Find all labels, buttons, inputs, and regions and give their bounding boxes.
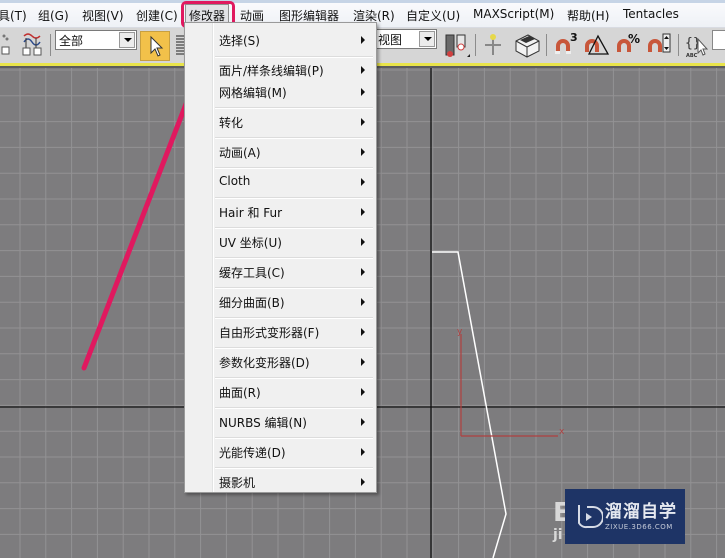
menu-item-label: Hair 和 Fur: [219, 206, 283, 220]
toolbar-separator: [546, 34, 547, 56]
watermark-title: 溜溜自学: [605, 502, 677, 522]
percent-label: %: [628, 32, 640, 46]
named-selection-field[interactable]: [712, 30, 725, 50]
menu-item-label: 选择(S): [219, 34, 260, 48]
menu-item-label: 自由形式变形器(F): [219, 326, 320, 340]
toolbar-separator: [475, 34, 476, 56]
submenu-arrow-icon: [361, 88, 365, 96]
select-and-link-icon[interactable]: [0, 30, 16, 60]
axis-x-label: x: [559, 427, 565, 437]
title-bar-edge: [0, 0, 725, 3]
submenu-arrow-icon: [361, 448, 365, 456]
submenu-arrow-icon: [361, 148, 365, 156]
cursor-arrow-icon: [150, 35, 164, 57]
menu-customize[interactable]: 自定义(U): [406, 7, 460, 24]
menu-item-surface[interactable]: 曲面(R): [185, 377, 376, 405]
reference-coord-dropdown[interactable]: 视图: [374, 29, 437, 49]
toolbar-separator: [678, 34, 679, 56]
menu-item-label: 网格编辑(M): [219, 86, 287, 100]
submenu-arrow-icon: [361, 298, 365, 306]
menu-item-radiosity[interactable]: 光能传递(D): [185, 437, 376, 465]
menu-item-label: 摄影机: [219, 476, 256, 490]
select-object-button[interactable]: [140, 31, 170, 61]
menu-create[interactable]: 创建(C): [136, 7, 178, 24]
menu-item-label: 细分曲面(B): [219, 296, 285, 310]
select-object-icon[interactable]: [20, 30, 46, 60]
submenu-arrow-icon: [361, 388, 365, 396]
chevron-down-icon[interactable]: [419, 31, 435, 47]
submenu-arrow-icon: [361, 66, 365, 74]
menu-item-parametric-deformers[interactable]: 参数化变形器(D): [185, 347, 376, 375]
use-pivot-center-icon[interactable]: [443, 31, 471, 61]
menu-tentacles[interactable]: Tentacles: [623, 7, 679, 21]
submenu-arrow-icon: [361, 36, 365, 44]
menu-item-mesh-edit[interactable]: 网格编辑(M): [185, 77, 376, 105]
menu-item-label: UV 坐标(U): [219, 236, 282, 250]
spinner-snap-icon[interactable]: [645, 30, 673, 60]
menu-item-label: 曲面(R): [219, 386, 261, 400]
submenu-arrow-icon: [361, 178, 365, 186]
percent-snap-icon[interactable]: %: [613, 30, 643, 60]
submenu-arrow-icon: [361, 418, 365, 426]
snaps-toggle-3-icon[interactable]: 3: [551, 30, 579, 60]
modifiers-dropdown-menu: 选择(S) 面片/样条线编辑(P) 网格编辑(M) 转化 动画(A) Cloth…: [184, 22, 377, 493]
menu-item-label: 参数化变形器(D): [219, 356, 310, 370]
snap-dimension-label: 3: [570, 31, 578, 44]
keyboard-shortcut-override-icon[interactable]: [512, 31, 542, 59]
angle-snap-icon[interactable]: [581, 30, 611, 60]
watermark-ghost-subtext: ji: [553, 527, 563, 543]
watermark-badge: 溜溜自学 ZIXUE.3D66.COM: [565, 489, 685, 544]
submenu-arrow-icon: [361, 478, 365, 486]
submenu-arrow-icon: [361, 328, 365, 336]
submenu-arrow-icon: [361, 268, 365, 276]
menu-help[interactable]: 帮助(H): [567, 7, 609, 24]
menu-item-label: 光能传递(D): [219, 446, 286, 460]
watermark-subtitle: ZIXUE.3D66.COM: [605, 523, 673, 531]
submenu-arrow-icon: [361, 208, 365, 216]
menu-item-cache-tools[interactable]: 缓存工具(C): [185, 257, 376, 285]
menu-maxscript[interactable]: MAXScript(M): [473, 7, 554, 21]
menu-item-selection[interactable]: 选择(S): [185, 25, 376, 53]
edit-named-selection-icon[interactable]: {} ABC: [683, 31, 711, 59]
menu-item-label: Cloth: [219, 174, 251, 188]
menu-item-label: 动画(A): [219, 146, 261, 160]
chevron-down-icon[interactable]: [119, 32, 135, 48]
toolbar-grip-icon: [176, 35, 184, 55]
menu-item-nurbs-editing[interactable]: NURBS 编辑(N): [185, 407, 376, 435]
menu-item-subdivision-surfaces[interactable]: 细分曲面(B): [185, 287, 376, 315]
select-and-manipulate-icon[interactable]: [481, 31, 505, 59]
menu-tools[interactable]: 具(T): [0, 7, 27, 24]
selection-filter-value: 全部: [59, 34, 84, 48]
submenu-arrow-icon: [361, 358, 365, 366]
menu-item-uv-coordinates[interactable]: UV 坐标(U): [185, 227, 376, 255]
play-logo-icon: [578, 505, 603, 529]
menu-item-cloth[interactable]: Cloth: [185, 167, 376, 195]
menu-item-animation[interactable]: 动画(A): [185, 137, 376, 165]
axis-y-label: y: [457, 327, 463, 337]
menu-group[interactable]: 组(G): [38, 7, 69, 24]
menu-views[interactable]: 视图(V): [82, 7, 124, 24]
menu-item-label: 缓存工具(C): [219, 266, 285, 280]
svg-text:ABC: ABC: [686, 53, 698, 59]
toolbar-separator: [50, 34, 51, 56]
selection-filter-dropdown[interactable]: 全部: [55, 30, 137, 50]
submenu-arrow-icon: [361, 118, 365, 126]
menu-item-free-form-deformers[interactable]: 自由形式变形器(F): [185, 317, 376, 345]
menu-item-hair-and-fur[interactable]: Hair 和 Fur: [185, 197, 376, 225]
reference-coord-value: 视图: [378, 33, 403, 47]
menu-item-conversion[interactable]: 转化: [185, 107, 376, 135]
menu-item-label: 转化: [219, 116, 244, 130]
submenu-arrow-icon: [361, 238, 365, 246]
menu-item-cameras[interactable]: 摄影机: [185, 467, 376, 495]
menu-item-label: NURBS 编辑(N): [219, 416, 307, 430]
